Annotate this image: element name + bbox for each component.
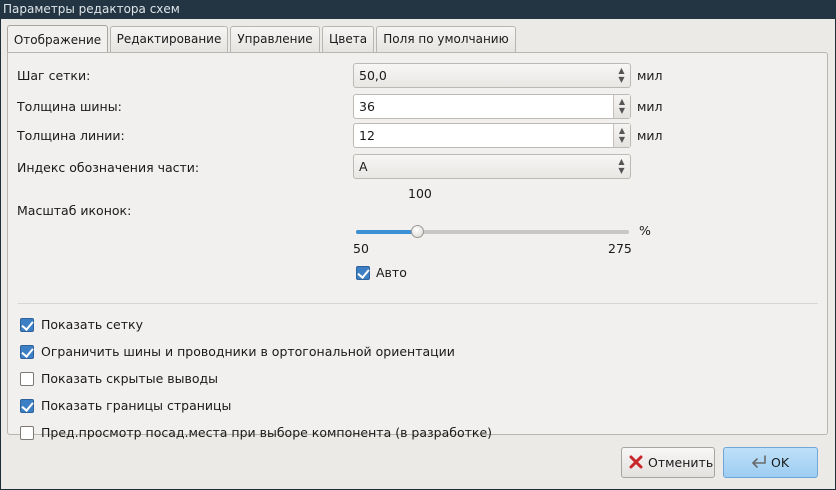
line-thickness-input[interactable]: 12 ▲ ▼	[353, 123, 631, 148]
enter-arrow-icon	[752, 455, 766, 468]
bus-thickness-value: 36	[359, 99, 375, 114]
show-page-limits-label: Показать границы страницы	[41, 398, 232, 413]
orthogonal-wires-checkbox[interactable]	[20, 345, 34, 359]
up-down-arrows-icon[interactable]: ▲ ▼	[613, 155, 630, 178]
show-hidden-pins-checkbox[interactable]	[20, 372, 34, 386]
tab-display[interactable]: Отображение	[7, 25, 108, 53]
up-down-arrows-icon[interactable]: ▲ ▼	[613, 64, 630, 87]
separator	[18, 303, 818, 304]
icon-scale-slider[interactable]	[356, 225, 629, 238]
part-id-value: A	[359, 159, 368, 174]
auto-scale-checkbox[interactable]	[356, 266, 370, 280]
icon-scale-max: 275	[608, 241, 632, 256]
ok-label: OK	[771, 455, 790, 470]
up-down-arrows-icon[interactable]: ▲ ▼	[613, 124, 630, 147]
window-title: Параметры редактора схем	[0, 0, 836, 19]
part-id-label: Индекс обозначения части:	[17, 160, 200, 175]
icon-scale-min: 50	[353, 241, 369, 256]
display-panel: Шаг сетки: 50,0 ▲ ▼ мил Толщина шины: 36 …	[7, 52, 828, 440]
tab-default-fields[interactable]: Поля по умолчанию	[376, 26, 516, 52]
auto-scale-label: Авто	[376, 265, 407, 280]
bus-thickness-label: Толщина шины:	[17, 99, 122, 114]
cancel-label: Отменить	[648, 455, 714, 470]
grid-size-value: 50,0	[359, 68, 387, 83]
icon-scale-value: 100	[408, 186, 432, 201]
footprint-preview-checkbox[interactable]	[20, 426, 34, 440]
grid-size-label: Шаг сетки:	[17, 68, 91, 83]
part-id-select[interactable]: A ▲ ▼	[353, 154, 631, 179]
red-x-icon	[629, 455, 643, 469]
show-hidden-pins-label: Показать скрытые выводы	[41, 371, 218, 386]
cancel-button[interactable]: Отменить	[621, 447, 715, 478]
tab-control[interactable]: Управление	[230, 26, 320, 52]
bus-thickness-input[interactable]: 36 ▲ ▼	[353, 94, 631, 119]
icon-scale-slider-handle[interactable]	[411, 225, 424, 238]
dialog-window: Отображение Редактирование Управление Цв…	[1, 19, 835, 489]
tab-colors[interactable]: Цвета	[322, 26, 374, 52]
icon-scale-label: Масштаб иконок:	[17, 203, 132, 218]
tab-editing[interactable]: Редактирование	[110, 26, 228, 52]
bus-thickness-unit: мил	[637, 99, 663, 114]
grid-size-unit: мил	[637, 68, 663, 83]
line-thickness-label: Толщина линии:	[17, 128, 125, 143]
grid-size-select[interactable]: 50,0 ▲ ▼	[353, 63, 631, 88]
icon-scale-unit: %	[639, 223, 651, 238]
icon-scale-slider-fill	[356, 230, 417, 234]
orthogonal-wires-label: Ограничить шины и проводники в ортогонал…	[41, 344, 455, 359]
line-thickness-value: 12	[359, 128, 375, 143]
footprint-preview-label: Пред.просмотр посад.места при выборе ком…	[41, 425, 493, 440]
line-thickness-unit: мил	[637, 128, 663, 143]
show-grid-label: Показать сетку	[41, 317, 143, 332]
ok-button[interactable]: OK	[723, 447, 818, 478]
show-page-limits-checkbox[interactable]	[20, 399, 34, 413]
show-grid-checkbox[interactable]	[20, 318, 34, 332]
up-down-arrows-icon[interactable]: ▲ ▼	[613, 95, 630, 118]
